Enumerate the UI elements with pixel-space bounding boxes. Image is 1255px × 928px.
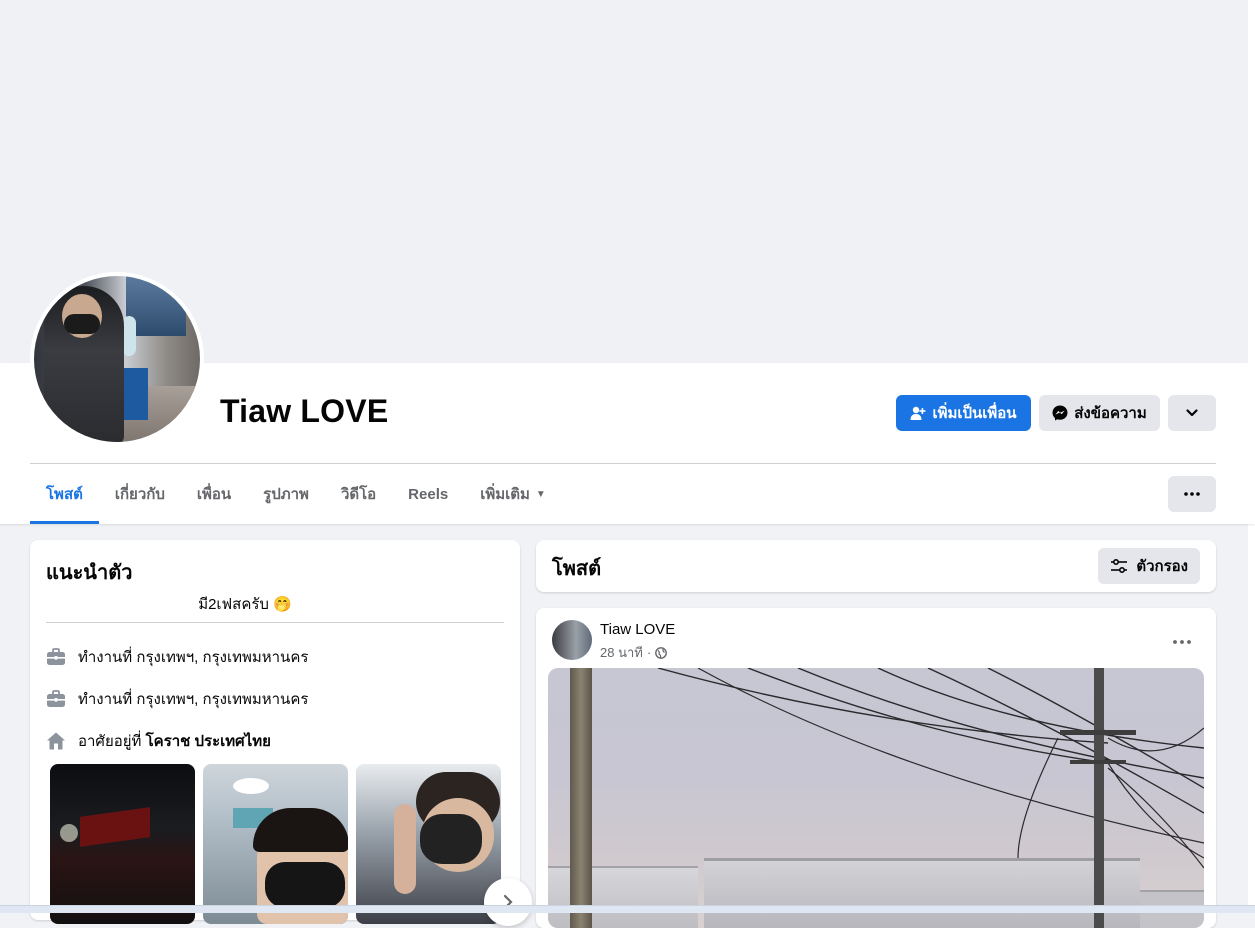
- work-prefix: ทำงานที่: [78, 691, 133, 708]
- tab-label: เกี่ยวกับ: [114, 486, 165, 503]
- filter-button[interactable]: ตัวกรอง: [1098, 548, 1200, 584]
- add-friend-button[interactable]: เพิ่มเป็นเพื่อน: [896, 395, 1031, 431]
- intro-home: อาศัยอยู่ที่ โคราช ประเทศไทย: [46, 729, 271, 753]
- posts-title: โพสต์: [552, 558, 602, 580]
- message-label: ส่งข้อความ: [1074, 405, 1147, 422]
- profile-options-button[interactable]: [1168, 395, 1216, 431]
- tab-label: Reels: [408, 485, 449, 503]
- profile-name: Tiaw LOVE: [220, 393, 389, 429]
- featured-photo-1[interactable]: [50, 764, 195, 924]
- intro-work-2: ทำงานที่ กรุงเทพฯ, กรุงเทพมหานคร: [46, 687, 308, 711]
- tab-label: เพิ่มเติม: [480, 486, 530, 503]
- intro-work-1: ทำงานที่ กรุงเทพฯ, กรุงเทพมหานคร: [46, 645, 308, 669]
- featured-photo-2[interactable]: [203, 764, 348, 924]
- tab-posts[interactable]: โพสต์: [30, 464, 99, 524]
- intro-bio: มี2เฟสครับ 🤭: [16, 592, 474, 616]
- messenger-icon: [1052, 405, 1068, 421]
- profile-picture[interactable]: [34, 276, 200, 442]
- caret-down-icon: ▼: [535, 488, 546, 500]
- home-place[interactable]: โคราช ประเทศไทย: [146, 733, 271, 750]
- intro-title: แนะนำตัว: [46, 562, 133, 584]
- post-card: Tiaw LOVE 28 นาที ·: [536, 608, 1216, 928]
- featured-photos: [50, 764, 501, 924]
- profile-avatar[interactable]: [30, 272, 204, 446]
- tab-more[interactable]: เพิ่มเติม ▼: [464, 464, 562, 524]
- post-author-name[interactable]: Tiaw LOVE: [600, 621, 675, 638]
- globe-icon: [655, 646, 668, 659]
- tab-label: โพสต์: [46, 486, 83, 503]
- chevron-down-icon: [1186, 409, 1198, 417]
- tab-label: รูปภาพ: [263, 486, 309, 503]
- bio-emoji: 🤭: [273, 596, 292, 613]
- filter-sliders-icon: [1111, 558, 1128, 574]
- tab-label: วิดีโอ: [340, 486, 377, 503]
- filter-label: ตัวกรอง: [1136, 558, 1188, 575]
- post-meta: 28 นาที ·: [600, 642, 668, 663]
- post-author-avatar[interactable]: [552, 620, 592, 660]
- work-prefix: ทำงานที่: [78, 649, 133, 666]
- bio-text: มี2เฟสครับ: [198, 596, 269, 613]
- person-plus-icon: [910, 406, 926, 420]
- tab-label: เพื่อน: [196, 486, 232, 503]
- post-options-button[interactable]: [1164, 624, 1200, 660]
- briefcase-icon: [47, 648, 65, 665]
- tab-about[interactable]: เกี่ยวกับ: [99, 464, 181, 524]
- tab-reels[interactable]: Reels: [392, 464, 464, 524]
- meta-separator: ·: [646, 645, 652, 660]
- intro-divider: [46, 622, 504, 623]
- more-dots-icon: [1184, 492, 1200, 496]
- posts-header-card: โพสต์ ตัวกรอง: [536, 540, 1216, 592]
- post-photo[interactable]: [548, 668, 1204, 928]
- featured-next-button[interactable]: [484, 878, 532, 926]
- profile-tabs: โพสต์ เกี่ยวกับ เพื่อน รูปภาพ วิดีโอ Ree…: [30, 464, 562, 524]
- briefcase-icon: [47, 690, 65, 707]
- home-prefix: อาศัยอยู่ที่: [78, 733, 142, 750]
- add-friend-label: เพิ่มเป็นเพื่อน: [932, 405, 1017, 422]
- tab-photos[interactable]: รูปภาพ: [247, 464, 325, 524]
- post-time[interactable]: 28 นาที: [600, 642, 643, 663]
- work-place[interactable]: กรุงเทพฯ, กรุงเทพมหานคร: [136, 691, 308, 708]
- home-icon: [47, 732, 65, 750]
- more-dots-icon: [1173, 640, 1191, 644]
- message-button[interactable]: ส่งข้อความ: [1039, 395, 1160, 431]
- work-place[interactable]: กรุงเทพฯ, กรุงเทพมหานคร: [136, 649, 308, 666]
- featured-photo-3[interactable]: [356, 764, 501, 924]
- tab-friends[interactable]: เพื่อน: [181, 464, 247, 524]
- tabs-more-options-button[interactable]: [1168, 476, 1216, 512]
- tab-videos[interactable]: วิดีโอ: [325, 464, 392, 524]
